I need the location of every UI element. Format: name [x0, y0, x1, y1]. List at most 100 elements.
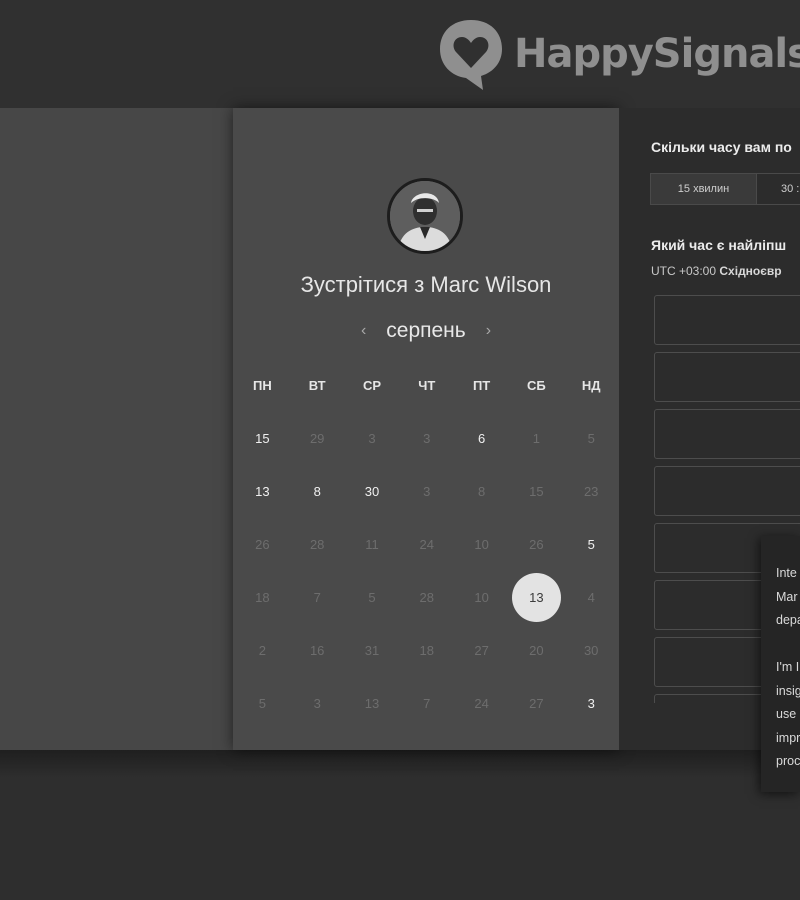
calendar-day-number: 24	[474, 696, 489, 711]
time-question: Який час є найліпш	[651, 237, 787, 253]
duration-question: Скільки часу вам по	[651, 139, 792, 155]
calendar-day-number: 13	[364, 696, 380, 711]
timezone-label[interactable]: UTC +03:00 Східноєвр	[651, 264, 782, 278]
calendar-day: 30	[564, 624, 619, 677]
calendar-day: 28	[290, 518, 345, 571]
calendar-day: 3	[290, 677, 345, 730]
duration-option-15[interactable]: 15 хвилин	[650, 173, 757, 205]
time-slot-button[interactable]: 17	[654, 466, 800, 516]
calendar-day-number: 18	[419, 643, 435, 658]
calendar-day-number: 31	[364, 643, 380, 658]
top-header: HappySignals	[0, 0, 800, 108]
weekday-header: НД	[581, 377, 601, 393]
calendar-day: 26	[235, 518, 290, 571]
calendar-day: 10	[454, 518, 509, 571]
calendar-day-number: 26	[529, 537, 544, 552]
month-label: серпень	[386, 319, 466, 342]
happysignals-logo[interactable]: HappySignals	[436, 16, 800, 92]
calendar-day: 18	[399, 624, 454, 677]
weekday-header: ПН	[253, 377, 272, 393]
timezone-offset: UTC +03:00	[651, 264, 717, 278]
calendar-day[interactable]: 30	[345, 465, 400, 518]
calendar-day: 26	[509, 518, 564, 571]
weekday-header: СР	[362, 377, 382, 393]
calendar-day-number: 15	[529, 484, 544, 499]
calendar-day-number: 4	[587, 590, 595, 605]
weekday-header: ПТ	[472, 377, 491, 393]
calendar-day: 16	[290, 624, 345, 677]
popup-spacer	[776, 633, 800, 657]
calendar-day: 23	[564, 465, 619, 518]
calendar-day-number: 3	[423, 431, 431, 446]
popup-line: impr	[776, 730, 800, 745]
calendar-day-number: 30	[583, 643, 599, 658]
calendar-day: 24	[399, 518, 454, 571]
calendar-day-number: 27	[529, 696, 544, 711]
calendar-day-number: 28	[419, 590, 435, 605]
timezone-name: Східноєвр	[719, 264, 782, 278]
calendar-day-number: 13	[511, 573, 561, 622]
popup-line: depa	[776, 613, 800, 627]
chevron-left-icon[interactable]: ‹	[359, 322, 368, 340]
calendar-day-number: 20	[529, 643, 544, 658]
brand-name: HappySignals	[514, 31, 800, 77]
calendar-day-number: 11	[365, 537, 379, 552]
time-slot-button[interactable]: 17	[654, 352, 800, 402]
popup-line: Inte	[776, 566, 797, 580]
calendar-day: 7	[399, 677, 454, 730]
calendar-day: 8	[454, 465, 509, 518]
calendar-day-selected[interactable]: 13	[509, 571, 564, 624]
popup-line: use	[776, 707, 797, 721]
calendar-day-number: 13	[255, 484, 270, 499]
calendar-day-number: 3	[313, 696, 321, 711]
calendar-day-number: 15	[255, 431, 270, 446]
calendar-day-number: 5	[587, 537, 595, 552]
calendar-day-number: 30	[364, 484, 380, 499]
calendar-day: 31	[345, 624, 400, 677]
calendar-day-number: 5	[587, 431, 595, 446]
calendar-day[interactable]: 13	[235, 465, 290, 518]
calendar-day[interactable]: 15	[235, 412, 290, 465]
info-popup: Inte Mar depa I'm I insig use impr proc	[761, 536, 800, 792]
calendar-day[interactable]: 3	[564, 677, 619, 730]
calendar-grid: ПН ВТ СР ЧТ ПТ СБ НД 15 29 3 3 6 1 5 13 8 30 3 8 15 23 26 28 11…	[235, 358, 619, 730]
person-photo-icon	[390, 181, 460, 251]
popup-line: proc	[776, 754, 800, 768]
popup-line: insig	[776, 683, 800, 698]
weekday-header: СБ	[527, 377, 546, 393]
calendar-day-number: 2	[258, 643, 267, 658]
time-slot-button[interactable]: 17	[654, 409, 800, 459]
calendar-day-number: 10	[474, 590, 489, 605]
calendar-day-number: 27	[474, 643, 489, 658]
calendar-day: 5	[564, 412, 619, 465]
calendar-day: 11	[345, 518, 400, 571]
avatar	[387, 178, 463, 254]
calendar-day: 28	[399, 571, 454, 624]
chevron-right-icon[interactable]: ›	[484, 322, 493, 340]
calendar-day-number: 5	[368, 590, 376, 605]
calendar-day-number: 29	[309, 431, 325, 446]
duration-options: 15 хвилин 30 :	[650, 173, 800, 205]
calendar-day-number: 1	[532, 431, 540, 446]
calendar-day: 7	[290, 571, 345, 624]
calendar-day: 5	[235, 677, 290, 730]
calendar-day: 18	[235, 571, 290, 624]
calendar-day: 27	[454, 624, 509, 677]
heart-speech-bubble-icon	[440, 20, 502, 90]
calendar-day[interactable]: 6	[454, 412, 509, 465]
month-navigation: ‹ серпень ›	[233, 318, 619, 344]
calendar-day-number: 10	[474, 537, 489, 552]
time-slot-button[interactable]: 16	[654, 295, 800, 345]
calendar-day: 5	[345, 571, 400, 624]
calendar-day-number: 26	[255, 537, 270, 552]
calendar-day[interactable]: 8	[290, 465, 345, 518]
calendar-day-number: 24	[419, 537, 435, 552]
duration-option-30[interactable]: 30 :	[757, 173, 800, 205]
calendar-day-number: 18	[255, 590, 270, 605]
calendar-day[interactable]: 5	[564, 518, 619, 571]
calendar-day: 15	[509, 465, 564, 518]
popup-line: I'm I	[776, 660, 800, 674]
calendar-day-number: 3	[368, 431, 376, 446]
calendar-day: 3	[345, 412, 400, 465]
calendar-day: 24	[454, 677, 509, 730]
